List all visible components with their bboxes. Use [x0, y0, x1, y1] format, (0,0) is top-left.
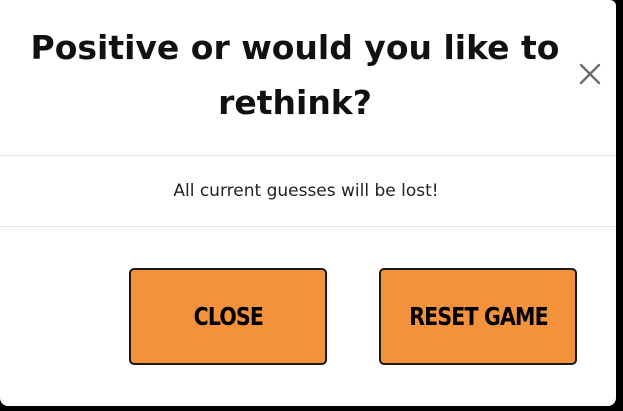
confirm-dialog: Positive or would you like to rethink? A… — [0, 0, 616, 406]
reset-game-button[interactable]: RESET GAME — [379, 268, 577, 365]
reset-game-button-label: RESET GAME — [408, 302, 548, 331]
close-icon[interactable] — [574, 58, 606, 90]
dialog-title: Positive or would you like to rethink? — [30, 28, 560, 122]
close-button-label: CLOSE — [193, 302, 263, 331]
dialog-header: Positive or would you like to rethink? — [0, 0, 616, 156]
close-button[interactable]: CLOSE — [129, 268, 327, 365]
dialog-body: All current guesses will be lost! — [0, 156, 616, 227]
dialog-message: All current guesses will be lost! — [173, 181, 439, 201]
